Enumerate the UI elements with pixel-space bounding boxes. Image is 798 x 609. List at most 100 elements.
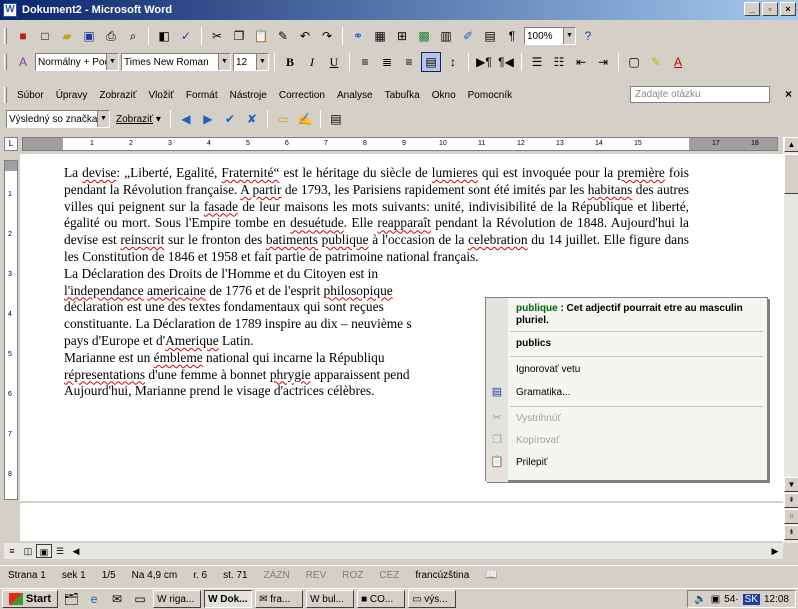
language-indicator[interactable]: SK xyxy=(742,593,760,605)
chevron-down-icon[interactable]: ▼ xyxy=(106,54,118,70)
size-combo[interactable]: 12 ▼ xyxy=(233,53,269,71)
border-icon[interactable]: ▢ xyxy=(624,52,644,72)
misspelled-word[interactable]: émbleme xyxy=(154,350,203,365)
misspelled-word[interactable]: lumieres xyxy=(432,165,478,180)
copy-item[interactable]: Kopírovať xyxy=(516,435,560,446)
volume-icon[interactable]: 🔈 xyxy=(694,594,706,605)
previous-page-button[interactable]: ⇞ xyxy=(784,493,798,508)
quicklaunch-icon[interactable]: 🗂 xyxy=(61,589,81,609)
bold-icon[interactable]: B xyxy=(280,52,300,72)
misspelled-word[interactable]: reapparaît xyxy=(377,215,431,230)
menu-file[interactable]: Súbor xyxy=(11,90,50,101)
start-button[interactable]: Start xyxy=(2,590,59,608)
show-hide-icon[interactable]: ¶ xyxy=(502,26,522,46)
font-color-icon[interactable]: A xyxy=(668,52,688,72)
suggestion-item[interactable]: publics xyxy=(516,338,551,349)
toolbar-grip[interactable] xyxy=(4,54,7,70)
network-icon[interactable]: ▣ xyxy=(711,594,720,605)
next-page-button[interactable]: ⇟ xyxy=(784,525,798,540)
preview-icon[interactable]: ⌕ xyxy=(123,26,143,46)
misspelled-word[interactable]: americaine xyxy=(147,283,206,298)
track-changes-icon[interactable]: ✍ xyxy=(295,109,315,129)
save-icon[interactable]: ▣ xyxy=(79,26,99,46)
scroll-left-button[interactable]: ◀ xyxy=(68,544,84,558)
next-change-icon[interactable]: ▶ xyxy=(198,109,218,129)
vertical-scrollbar[interactable]: ▲ ▼ ⇞ ○ ⇟ xyxy=(783,137,798,543)
scroll-down-button[interactable]: ▼ xyxy=(784,477,798,492)
menu-edit[interactable]: Úpravy xyxy=(50,90,94,101)
misspelled-word[interactable]: batiments xyxy=(266,232,318,247)
task-bul[interactable]: W bul... xyxy=(306,590,355,608)
task-co[interactable]: ■ CO... xyxy=(357,590,406,608)
status-language[interactable]: francúzština xyxy=(407,570,477,581)
outlook-icon[interactable]: ✉ xyxy=(107,589,127,609)
minimize-button[interactable]: _ xyxy=(744,2,760,16)
chevron-down-icon[interactable]: ▼ xyxy=(563,28,575,44)
menu-format[interactable]: Formát xyxy=(180,90,224,101)
document-page-next[interactable] xyxy=(20,503,783,541)
cut-item[interactable]: Vystrihnúť xyxy=(516,413,561,424)
tab-selector[interactable]: L xyxy=(4,137,18,151)
misspelled-word[interactable]: répresentations xyxy=(64,367,145,382)
styles-icon[interactable]: A xyxy=(13,52,33,72)
drawing-icon[interactable]: ✐ xyxy=(458,26,478,46)
normal-view-icon[interactable]: ≡ xyxy=(4,544,20,558)
grammar-flagged-word[interactable]: publique xyxy=(322,232,369,247)
bullets-icon[interactable]: ☷ xyxy=(549,52,569,72)
misspelled-word[interactable]: philosopique xyxy=(324,283,393,298)
menu-correction[interactable]: Correction xyxy=(273,90,331,101)
font-combo[interactable]: Times New Roman ▼ xyxy=(121,53,231,71)
close-document-icon[interactable]: × xyxy=(785,87,792,101)
redo-icon[interactable]: ↷ xyxy=(317,26,337,46)
help-icon[interactable]: ? xyxy=(578,26,598,46)
task-fra[interactable]: ✉ fra... xyxy=(255,590,304,608)
misspelled-word[interactable]: habitans xyxy=(588,182,633,197)
italic-icon[interactable]: I xyxy=(302,52,322,72)
paste-item[interactable]: Prilepiť xyxy=(516,457,548,468)
menu-window[interactable]: Okno xyxy=(426,90,462,101)
zoom-combo[interactable]: 100% ▼ xyxy=(524,27,576,45)
doc-map-icon[interactable]: ▤ xyxy=(480,26,500,46)
ie-icon[interactable]: e xyxy=(84,589,104,609)
status-ext[interactable]: ROZ xyxy=(334,570,371,581)
format-painter-icon[interactable]: ✎ xyxy=(273,26,293,46)
justify-icon[interactable]: ▤ xyxy=(421,52,441,72)
misspelled-word[interactable]: reinscrit xyxy=(120,232,164,247)
excel-icon[interactable]: ▩ xyxy=(414,26,434,46)
indent-icon[interactable]: ⇥ xyxy=(593,52,613,72)
close-button[interactable]: × xyxy=(780,2,796,16)
style-combo[interactable]: Normálny + Poc ▼ xyxy=(35,53,119,71)
display-review-combo[interactable]: Výsledný so značkam ▼ xyxy=(6,110,110,128)
scroll-thumb[interactable] xyxy=(784,154,798,194)
horizontal-scrollbar[interactable]: ≡ ◫ ▣ ☰ ◀ ▶ xyxy=(4,543,783,559)
menu-table[interactable]: Tabuľka xyxy=(379,90,426,101)
misspelled-word[interactable]: fasade xyxy=(204,199,238,214)
tray-counter[interactable]: 54· xyxy=(724,594,738,605)
paste-icon[interactable]: 📋 xyxy=(251,26,271,46)
scroll-up-button[interactable]: ▲ xyxy=(784,137,798,152)
misspelled-word[interactable]: phrygie xyxy=(270,367,311,382)
chevron-down-icon[interactable]: ▼ xyxy=(256,54,268,70)
align-right-icon[interactable]: ≡ xyxy=(399,52,419,72)
misspelled-word[interactable]: l'independance xyxy=(64,283,144,298)
horizontal-ruler[interactable]: 1 2 3 4 5 6 7 8 9 10 11 12 13 14 15 17 1… xyxy=(22,137,778,151)
toolbar-grip[interactable] xyxy=(4,87,7,103)
spelling-status-icon[interactable]: 📖 xyxy=(477,570,505,581)
new-icon[interactable]: □ xyxy=(35,26,55,46)
status-ovr[interactable]: CEZ xyxy=(371,570,407,581)
browse-object-button[interactable]: ○ xyxy=(784,509,798,524)
clock[interactable]: 12:08 xyxy=(764,594,789,605)
reviewing-pane-icon[interactable]: ▤ xyxy=(326,109,346,129)
table-icon[interactable]: ⊞ xyxy=(392,26,412,46)
outline-view-icon[interactable]: ☰ xyxy=(52,544,68,558)
misspelled-word[interactable]: desuétude xyxy=(290,215,344,230)
previous-change-icon[interactable]: ◀ xyxy=(176,109,196,129)
task-vys[interactable]: ▭ výs... xyxy=(408,590,457,608)
undo-icon[interactable]: ↶ xyxy=(295,26,315,46)
cut-icon[interactable]: ✂ xyxy=(207,26,227,46)
hyperlink-icon[interactable]: ⚭ xyxy=(348,26,368,46)
menu-view[interactable]: Zobraziť xyxy=(93,90,142,101)
highlight-icon[interactable]: ✎ xyxy=(646,52,666,72)
grammar-item[interactable]: Gramatika... xyxy=(516,387,570,398)
underline-icon[interactable]: U xyxy=(324,52,344,72)
